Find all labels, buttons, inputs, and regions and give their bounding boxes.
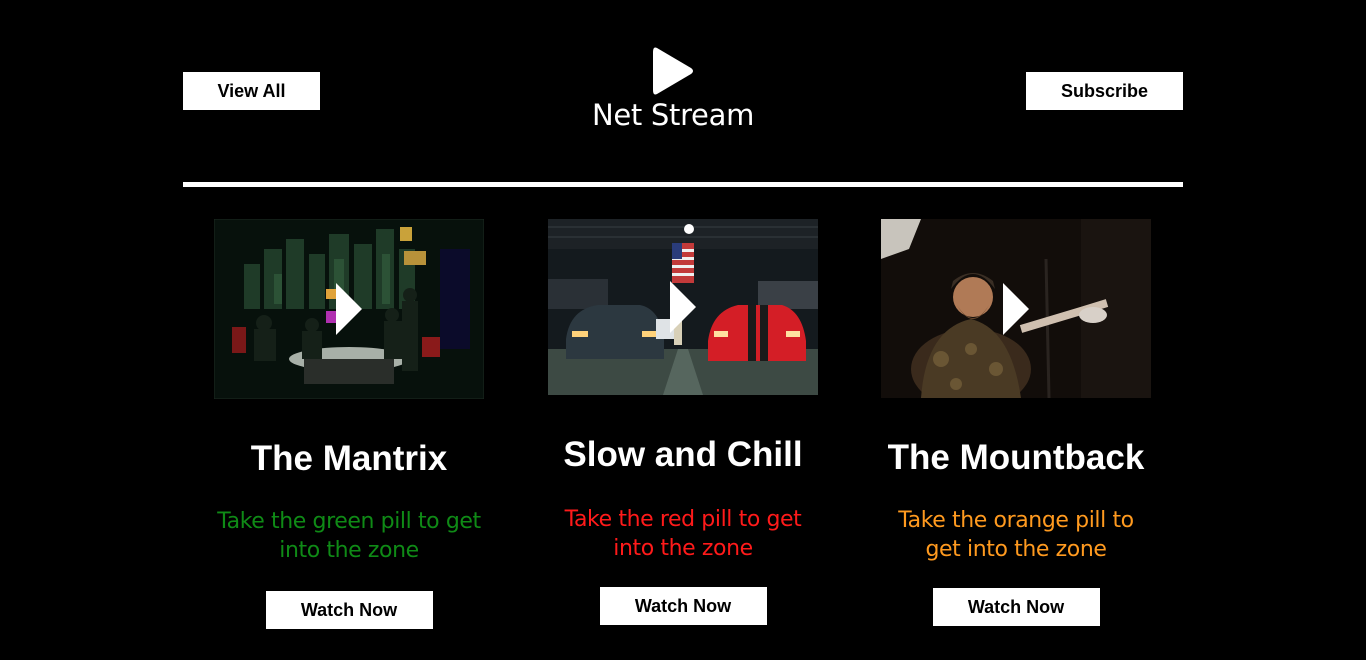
movie-card-mountback: The Mountback Take the orange pill to ge… <box>881 219 1151 626</box>
movie-thumbnail[interactable] <box>214 219 484 399</box>
subscribe-button[interactable]: Subscribe <box>1026 72 1183 110</box>
watch-now-button[interactable]: Watch Now <box>932 588 1100 626</box>
movie-title: The Mountback <box>887 438 1145 477</box>
view-all-button[interactable]: View All <box>183 72 320 110</box>
movie-description: Take the green pill to get into the zone <box>217 509 481 563</box>
brand-logo: Net Stream <box>573 44 773 132</box>
play-icon <box>336 283 362 335</box>
watch-now-button[interactable]: Watch Now <box>265 591 433 629</box>
movie-title: The Mantrix <box>250 439 448 478</box>
movie-card-slow-and-chill: Slow and Chill Take the red pill to get … <box>548 219 818 625</box>
header-divider <box>183 182 1183 187</box>
movie-thumbnail[interactable] <box>548 219 818 395</box>
movie-description: Take the red pill to get into the zone <box>564 507 802 561</box>
play-icon <box>1003 282 1029 335</box>
movie-thumbnail[interactable] <box>881 219 1151 398</box>
play-icon <box>670 281 696 333</box>
watch-now-button[interactable]: Watch Now <box>599 587 767 625</box>
movie-description: Take the orange pill to get into the zon… <box>898 508 1134 562</box>
movie-title: Slow and Chill <box>563 435 803 474</box>
brand-name: Net Stream <box>591 98 755 132</box>
play-icon <box>653 47 693 95</box>
movie-card-mantrix: The Mantrix Take the green pill to get i… <box>214 219 484 629</box>
